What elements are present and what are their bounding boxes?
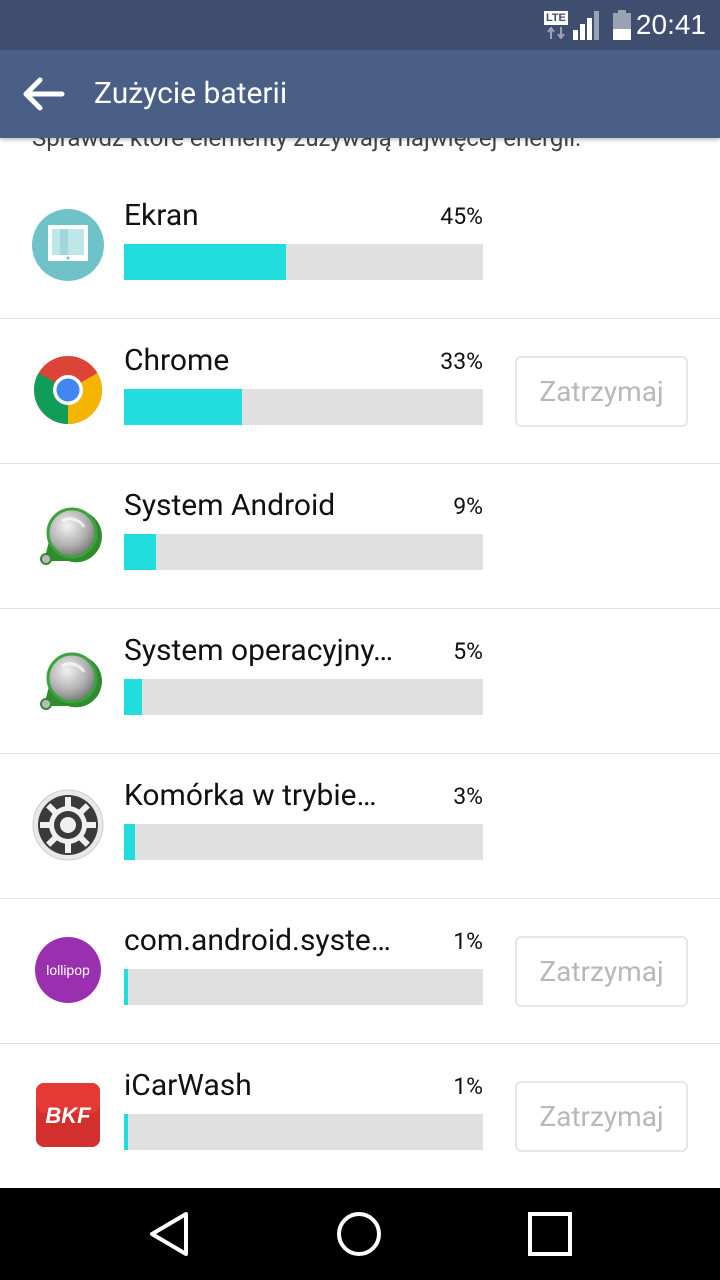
usage-bar	[124, 679, 483, 715]
back-triangle-icon[interactable]	[146, 1210, 194, 1258]
usage-bar	[124, 1114, 483, 1150]
app-name: iCarWash	[124, 1068, 252, 1103]
list-item[interactable]: Chrome 33% Zatrzymaj	[0, 319, 720, 464]
usage-bar-fill	[124, 534, 157, 570]
android-system-icon	[40, 652, 102, 710]
list-item[interactable]: lollipop com.android.syste… 1% Zatrzymaj	[0, 899, 720, 1044]
usage-bar	[124, 824, 483, 860]
stop-button[interactable]: Zatrzymaj	[515, 1081, 688, 1152]
clock: 20:41	[635, 9, 706, 40]
screen-icon	[32, 209, 104, 281]
usage-bar-fill	[124, 244, 286, 280]
lollipop-icon-label: lollipop	[46, 962, 90, 978]
usage-bar-fill	[124, 824, 135, 860]
app-name: System operacyjny…	[124, 633, 394, 668]
icarwash-icon-label: BKF	[45, 1103, 91, 1128]
usage-bar	[124, 389, 483, 425]
usage-percent: 1%	[453, 1073, 483, 1100]
usage-bar-fill	[124, 679, 142, 715]
android-system-icon	[40, 507, 102, 565]
lte-icon: LTE	[543, 9, 568, 41]
chrome-icon	[34, 356, 102, 424]
usage-percent: 45%	[440, 203, 483, 230]
app-name: Komórka w trybie…	[124, 778, 377, 813]
list-item[interactable]: System operacyjny… 5%	[0, 609, 720, 754]
app-name: Ekran	[124, 198, 199, 233]
app-bar: Zużycie baterii	[0, 50, 720, 138]
battery-usage-list[interactable]: Sprawdź które elementy zużywają najwięce…	[0, 138, 720, 1188]
status-bar: LTE 20:41	[0, 0, 720, 50]
list-item[interactable]: BKF iCarWash 1% Zatrzymaj	[0, 1044, 720, 1188]
list-item[interactable]: System Android 9%	[0, 464, 720, 609]
usage-bar-fill	[124, 969, 128, 1005]
usage-bar	[124, 534, 483, 570]
network-type-label: LTE	[543, 11, 568, 25]
icarwash-icon: BKF	[36, 1083, 100, 1147]
recent-apps-square-icon[interactable]	[526, 1210, 574, 1258]
signal-strength-icon	[572, 11, 599, 40]
usage-bar-fill	[124, 1114, 128, 1150]
usage-bar	[124, 969, 483, 1005]
usage-percent: 33%	[440, 348, 483, 375]
back-arrow-icon[interactable]	[18, 72, 68, 116]
list-item[interactable]: Komórka w trybie… 3%	[0, 754, 720, 899]
stop-button[interactable]: Zatrzymaj	[515, 356, 688, 427]
subtitle: Sprawdź które elementy zużywają najwięce…	[32, 138, 582, 152]
usage-bar	[124, 244, 483, 280]
navigation-bar	[0, 1188, 720, 1280]
usage-percent: 1%	[453, 928, 483, 955]
usage-percent: 9%	[453, 493, 483, 520]
lollipop-icon: lollipop	[35, 937, 101, 1003]
app-name: Chrome	[124, 343, 230, 378]
app-name: com.android.syste…	[124, 923, 391, 958]
home-circle-icon[interactable]	[335, 1210, 383, 1258]
status-icons: LTE 20:41	[543, 8, 706, 42]
data-arrows-icon	[547, 27, 565, 39]
usage-bar-fill	[124, 389, 243, 425]
app-name: System Android	[124, 488, 336, 523]
list-item[interactable]: Ekran 45%	[0, 174, 720, 319]
usage-percent: 3%	[453, 783, 483, 810]
page-title: Zużycie baterii	[94, 76, 288, 111]
settings-gear-icon	[32, 789, 104, 861]
battery-icon	[612, 10, 631, 40]
stop-button[interactable]: Zatrzymaj	[515, 936, 688, 1007]
usage-percent: 5%	[453, 638, 483, 665]
